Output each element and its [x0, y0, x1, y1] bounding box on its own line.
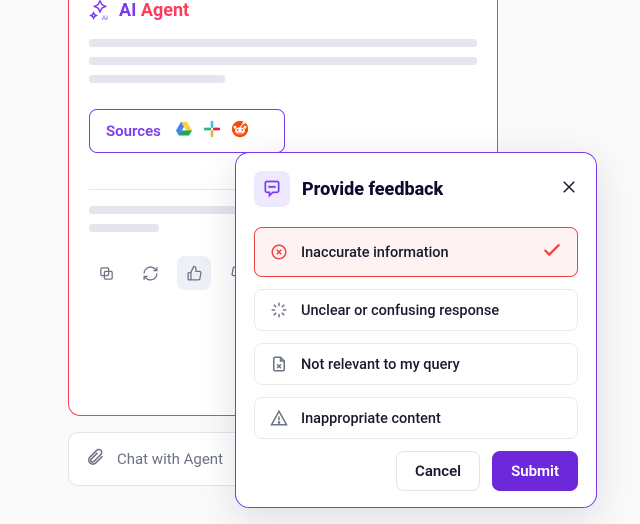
agent-logo-icon: AI — [89, 0, 111, 21]
thumbs-up-button[interactable] — [177, 256, 211, 290]
feedback-icon — [254, 171, 290, 207]
submit-button[interactable]: Submit — [492, 451, 578, 491]
feedback-title: Provide feedback — [302, 179, 443, 200]
file-x-icon — [269, 355, 289, 373]
feedback-header: Provide feedback — [254, 171, 578, 207]
agent-name: AI Agent — [119, 0, 189, 21]
feedback-popover: Provide feedback Inaccurate information … — [235, 152, 597, 508]
feedback-option-unclear[interactable]: Unclear or confusing response — [254, 289, 578, 331]
sources-label: Sources — [106, 122, 161, 140]
svg-text:AI: AI — [102, 15, 108, 21]
close-icon[interactable] — [560, 178, 578, 200]
google-drive-icon — [175, 121, 193, 141]
reddit-icon — [231, 120, 249, 142]
copy-button[interactable] — [89, 256, 123, 290]
feedback-footer: Cancel Submit — [254, 451, 578, 491]
option-label: Inappropriate content — [301, 410, 441, 427]
chat-input-placeholder: Chat with Agent — [117, 450, 223, 468]
option-label: Not relevant to my query — [301, 356, 460, 373]
attachment-icon — [85, 447, 105, 471]
source-icons — [175, 120, 249, 142]
feedback-option-irrelevant[interactable]: Not relevant to my query — [254, 343, 578, 385]
warning-icon — [269, 409, 289, 427]
option-label: Inaccurate information — [301, 244, 449, 261]
x-circle-icon — [269, 243, 289, 261]
option-label: Unclear or confusing response — [301, 302, 499, 319]
sources-chip[interactable]: Sources — [89, 109, 285, 153]
cancel-button[interactable]: Cancel — [396, 451, 480, 491]
regenerate-button[interactable] — [133, 256, 167, 290]
feedback-option-inaccurate[interactable]: Inaccurate information — [254, 227, 578, 277]
message-body — [89, 39, 477, 93]
feedback-option-inappropriate[interactable]: Inappropriate content — [254, 397, 578, 439]
agent-header: AI AI Agent — [89, 0, 477, 21]
loading-icon — [269, 301, 289, 319]
slack-icon — [203, 120, 221, 142]
check-icon — [541, 239, 563, 265]
